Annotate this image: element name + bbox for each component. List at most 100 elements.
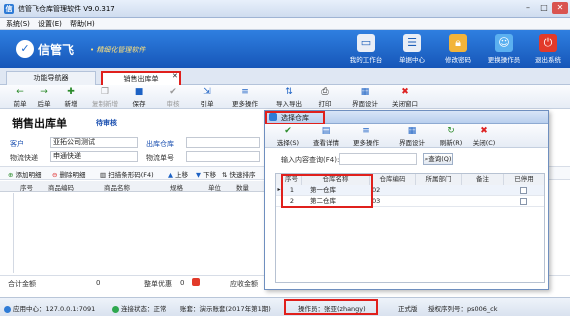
exit-system-button[interactable]: ⏻ 退出系统 bbox=[526, 33, 570, 67]
import-export-button[interactable]: ⇅ 导入导出 bbox=[272, 87, 306, 108]
toolbar-label: 引单 bbox=[200, 100, 214, 108]
column-header[interactable]: 数量 bbox=[236, 182, 249, 192]
switch-operator-button[interactable]: ☺ 更换操作员 bbox=[482, 33, 526, 67]
move-down-label: 下移 bbox=[203, 171, 217, 179]
import-order-icon: ⇲ bbox=[203, 87, 211, 97]
discount-value[interactable]: 0 bbox=[180, 279, 184, 287]
copy-icon: ❐ bbox=[100, 87, 110, 97]
print-button[interactable]: ⎙ 打印 bbox=[314, 87, 336, 108]
approve-button[interactable]: ✔ 审核 bbox=[162, 87, 184, 108]
toolbar-label: 查看详情 bbox=[313, 139, 339, 147]
customer-field[interactable]: 亚拓公司测试 bbox=[50, 137, 138, 148]
logistics-field[interactable]: 申通快递 bbox=[50, 151, 138, 162]
scan-barcode-button[interactable]: ▥ 扫描条形码(F4) bbox=[100, 169, 154, 179]
plus-icon: ✚ bbox=[67, 87, 75, 97]
toolbar-label: 打印 bbox=[318, 100, 332, 108]
close-window-button[interactable]: ✖ 关闭窗口 bbox=[388, 87, 422, 108]
toolbar-label: 关闭窗口 bbox=[392, 100, 418, 108]
customer-label: 客户 bbox=[10, 140, 24, 148]
maximize-icon[interactable]: □ bbox=[536, 2, 552, 14]
tab-function-navigator[interactable]: 功能导航器 bbox=[6, 71, 96, 85]
select-warehouse-dialog: 选择仓库 ✔ 选择(S) ▤ 查看详情 ≡ 更多操作 ▦ 界面设计 ↻ 刷新(R) ✖ 关闭… bbox=[264, 110, 549, 290]
column-header[interactable]: 所属部门 bbox=[416, 174, 462, 185]
arrow-right-icon: → bbox=[40, 87, 48, 97]
my-workbench-button[interactable]: ▭ 我的工作台 bbox=[344, 33, 388, 67]
dialog-ui-design-button[interactable]: ▦ 界面设计 bbox=[395, 126, 429, 147]
view-details-button[interactable]: ▤ 查看详情 bbox=[309, 126, 343, 147]
column-header[interactable]: 商品名称 bbox=[104, 182, 130, 192]
arrow-down-icon: ▼ bbox=[196, 171, 201, 179]
minimize-icon[interactable]: – bbox=[520, 2, 536, 14]
toolbar-label: 更多操作 bbox=[232, 100, 258, 108]
layout-icon: ▦ bbox=[360, 87, 370, 97]
menu-help[interactable]: 帮助(H) bbox=[70, 19, 95, 29]
chevron-down-icon: ≡ bbox=[362, 126, 370, 136]
connection-status: 连接状态：正常 bbox=[112, 303, 167, 313]
column-header[interactable]: 备注 bbox=[462, 174, 504, 185]
brand-slogan: • 精细化管理软件 bbox=[90, 46, 146, 54]
dialog-close-button[interactable]: ✖ 关闭(C) bbox=[471, 126, 497, 147]
column-header[interactable]: 序号 bbox=[20, 182, 33, 192]
close-icon[interactable]: ✕ bbox=[552, 2, 568, 14]
query-button[interactable]: ⌕查询(Q) bbox=[423, 153, 453, 165]
tab-close-icon[interactable]: ✕ bbox=[172, 72, 178, 80]
disabled-checkbox[interactable] bbox=[520, 198, 527, 205]
ui-design-button[interactable]: ▦ 界面设计 bbox=[348, 87, 382, 108]
refresh-button[interactable]: ↻ 刷新(R) bbox=[437, 126, 465, 147]
next-doc-button[interactable]: → 后单 bbox=[34, 87, 54, 108]
menu-system[interactable]: 系统(S) bbox=[6, 19, 30, 29]
import-order-button[interactable]: ⇲ 引单 bbox=[196, 87, 218, 108]
prev-doc-button[interactable]: ← 前单 bbox=[10, 87, 30, 108]
disabled-checkbox[interactable] bbox=[520, 187, 527, 194]
discount-calc-icon[interactable] bbox=[192, 278, 200, 286]
column-header[interactable]: 规格 bbox=[170, 182, 183, 192]
change-password-button[interactable]: 🔒︎ 修改密码 bbox=[436, 33, 480, 67]
save-button[interactable]: ■ 保存 bbox=[128, 87, 150, 108]
quick-sort-button[interactable]: ⇅ 快速排序 bbox=[222, 169, 256, 179]
delete-detail-button[interactable]: ⊖ 删除明细 bbox=[52, 169, 86, 179]
tracking-number-field[interactable] bbox=[186, 151, 260, 162]
license-status: 授权序列号：ps006_ck bbox=[428, 305, 498, 313]
warehouse-field[interactable] bbox=[186, 137, 260, 148]
printer-icon: ⎙ bbox=[321, 87, 329, 97]
column-header[interactable]: 已停用 bbox=[504, 174, 544, 185]
new-button[interactable]: ✚ 新增 bbox=[60, 87, 82, 108]
document-center-button[interactable]: ☰ 单据中心 bbox=[390, 33, 434, 67]
toolbar-label: 导入导出 bbox=[276, 100, 302, 108]
copy-new-button[interactable]: ❐ 复制新增 bbox=[88, 87, 122, 108]
connection-ok-icon bbox=[112, 305, 119, 313]
column-header[interactable]: 商品编码 bbox=[48, 182, 74, 192]
document-center-label: 单据中心 bbox=[399, 56, 425, 64]
toolbar-label: 选择(S) bbox=[276, 139, 300, 147]
select-button[interactable]: ✔ 选择(S) bbox=[275, 126, 301, 147]
user-switch-icon: ☺ bbox=[495, 34, 513, 52]
add-detail-button[interactable]: ⊕ 添加明细 bbox=[8, 169, 42, 179]
tracking-number-label: 物流单号 bbox=[146, 154, 174, 162]
dialog-search-row: 输入内容查询(F4): ⌕查询(Q) bbox=[265, 149, 548, 171]
tab-sales-outbound[interactable]: 销售出库单 bbox=[101, 71, 181, 85]
search-input[interactable] bbox=[339, 153, 417, 165]
arrow-left-icon: ← bbox=[16, 87, 24, 97]
my-workbench-label: 我的工作台 bbox=[349, 56, 383, 64]
app-center-status: 应用中心：127.0.0.1:7091 bbox=[4, 303, 95, 313]
title-bar: 信 信管飞仓库管理软件 V9.0.317 – □ ✕ bbox=[0, 0, 570, 18]
column-header[interactable]: 仓库编码 bbox=[370, 174, 416, 185]
total-amount-value: 0 bbox=[96, 279, 101, 287]
delete-detail-label: 删除明细 bbox=[59, 171, 86, 179]
close-window-icon: ✖ bbox=[401, 87, 409, 97]
dialog-more-actions-button[interactable]: ≡ 更多操作 bbox=[349, 126, 383, 147]
column-header[interactable]: 单位 bbox=[208, 182, 221, 192]
toolbar-label: 刷新(R) bbox=[439, 139, 463, 147]
move-down-button[interactable]: ▼ 下移 bbox=[196, 169, 216, 179]
connection-text: 连接状态：正常 bbox=[121, 305, 167, 313]
lock-icon: 🔒︎ bbox=[449, 34, 467, 52]
more-actions-button[interactable]: ≡ 更多操作 bbox=[228, 87, 262, 108]
exit-system-label: 退出系统 bbox=[535, 56, 561, 64]
minus-circle-icon: ⊖ bbox=[52, 171, 58, 179]
menu-settings[interactable]: 设置(E) bbox=[38, 19, 62, 29]
move-up-button[interactable]: ▲ 上移 bbox=[168, 169, 188, 179]
warehouse-grid: 序号 仓库名称 仓库编码 所属部门 备注 已停用 ▸ 1 第一仓库 02 2 第… bbox=[275, 173, 545, 283]
scan-barcode-label: 扫描条形码(F4) bbox=[108, 171, 154, 179]
app-center-icon bbox=[4, 305, 11, 313]
quick-sort-label: 快速排序 bbox=[229, 171, 256, 179]
